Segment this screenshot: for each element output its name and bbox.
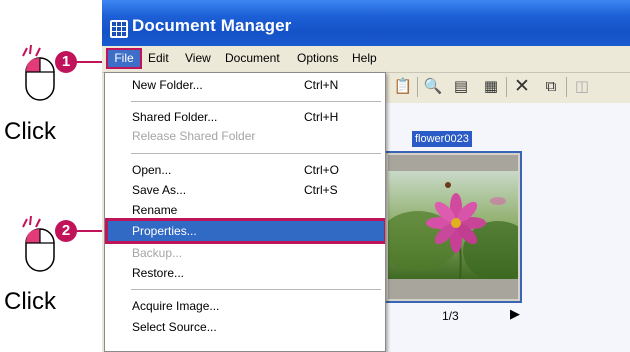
toolbar-separator <box>566 77 567 97</box>
page-indicator: 1/3 <box>442 309 459 323</box>
thumbnail-view-icon[interactable]: ▦ <box>481 76 501 96</box>
thumbnail-name[interactable]: flower0023 <box>412 131 472 147</box>
delete-icon[interactable]: ✕ <box>512 76 532 96</box>
step-1-badge: 1 <box>55 51 77 73</box>
menu-item-acquire-image[interactable]: Acquire Image... <box>105 295 385 317</box>
toolbar-separator <box>417 77 418 97</box>
menu-edit[interactable]: Edit <box>148 51 169 65</box>
export-icon[interactable]: ◫ <box>572 76 592 96</box>
menu-item-backup: Backup... <box>132 246 183 260</box>
mouse-click-icon-1 <box>20 44 60 106</box>
menu-bar: File Edit View Document Options Help <box>102 46 630 73</box>
menu-item-open[interactable]: Open... Ctrl+O <box>105 159 385 181</box>
menu-help[interactable]: Help <box>352 51 377 65</box>
menu-file[interactable]: File <box>106 48 142 69</box>
file-menu-dropdown: New Folder... Ctrl+N Shared Folder... Ct… <box>104 72 386 352</box>
next-page-arrow-icon[interactable]: ▶ <box>510 307 520 322</box>
mouse-click-icon-2 <box>20 215 60 277</box>
menu-document[interactable]: Document <box>225 51 280 65</box>
step-1-label: Click <box>4 118 56 145</box>
properties-icon[interactable]: ▤ <box>451 76 471 96</box>
menu-item-save-as[interactable]: Save As... Ctrl+S <box>105 179 385 201</box>
step-2-label: Click <box>4 288 56 315</box>
thumbnail[interactable] <box>384 151 522 303</box>
thumbnail-footer <box>388 279 518 299</box>
paste-icon[interactable]: 📋 <box>393 76 413 96</box>
properties-highlight-frame <box>105 218 385 244</box>
menu-view[interactable]: View <box>185 51 211 65</box>
search-icon[interactable]: 🔍 <box>423 76 443 96</box>
toolbar: 📋 🔍 ▤ ▦ ✕ ⧉ ◫ <box>386 73 630 101</box>
document-manager-window: Document Manager File Edit View Document… <box>102 0 630 352</box>
menu-separator <box>131 289 381 290</box>
step-2-leader <box>76 230 104 232</box>
flower-thumbnail-image <box>388 171 518 279</box>
title-bar: Document Manager <box>102 0 630 46</box>
menu-item-release-shared-folder: Release Shared Folder <box>132 129 256 143</box>
document-manager-app-icon <box>110 20 128 38</box>
toolbar-separator <box>506 77 507 97</box>
menu-item-restore[interactable]: Restore... <box>105 262 385 284</box>
menu-item-new-folder[interactable]: New Folder... Ctrl+N <box>105 74 385 96</box>
step-2-badge: 2 <box>55 220 77 242</box>
thumbnail-header <box>388 155 518 171</box>
menu-options[interactable]: Options <box>297 51 338 65</box>
menu-item-select-source[interactable]: Select Source... <box>105 316 385 338</box>
window-title: Document Manager <box>132 16 292 35</box>
menu-separator <box>131 101 381 102</box>
menu-separator <box>131 153 381 154</box>
copy-icon[interactable]: ⧉ <box>541 76 561 96</box>
